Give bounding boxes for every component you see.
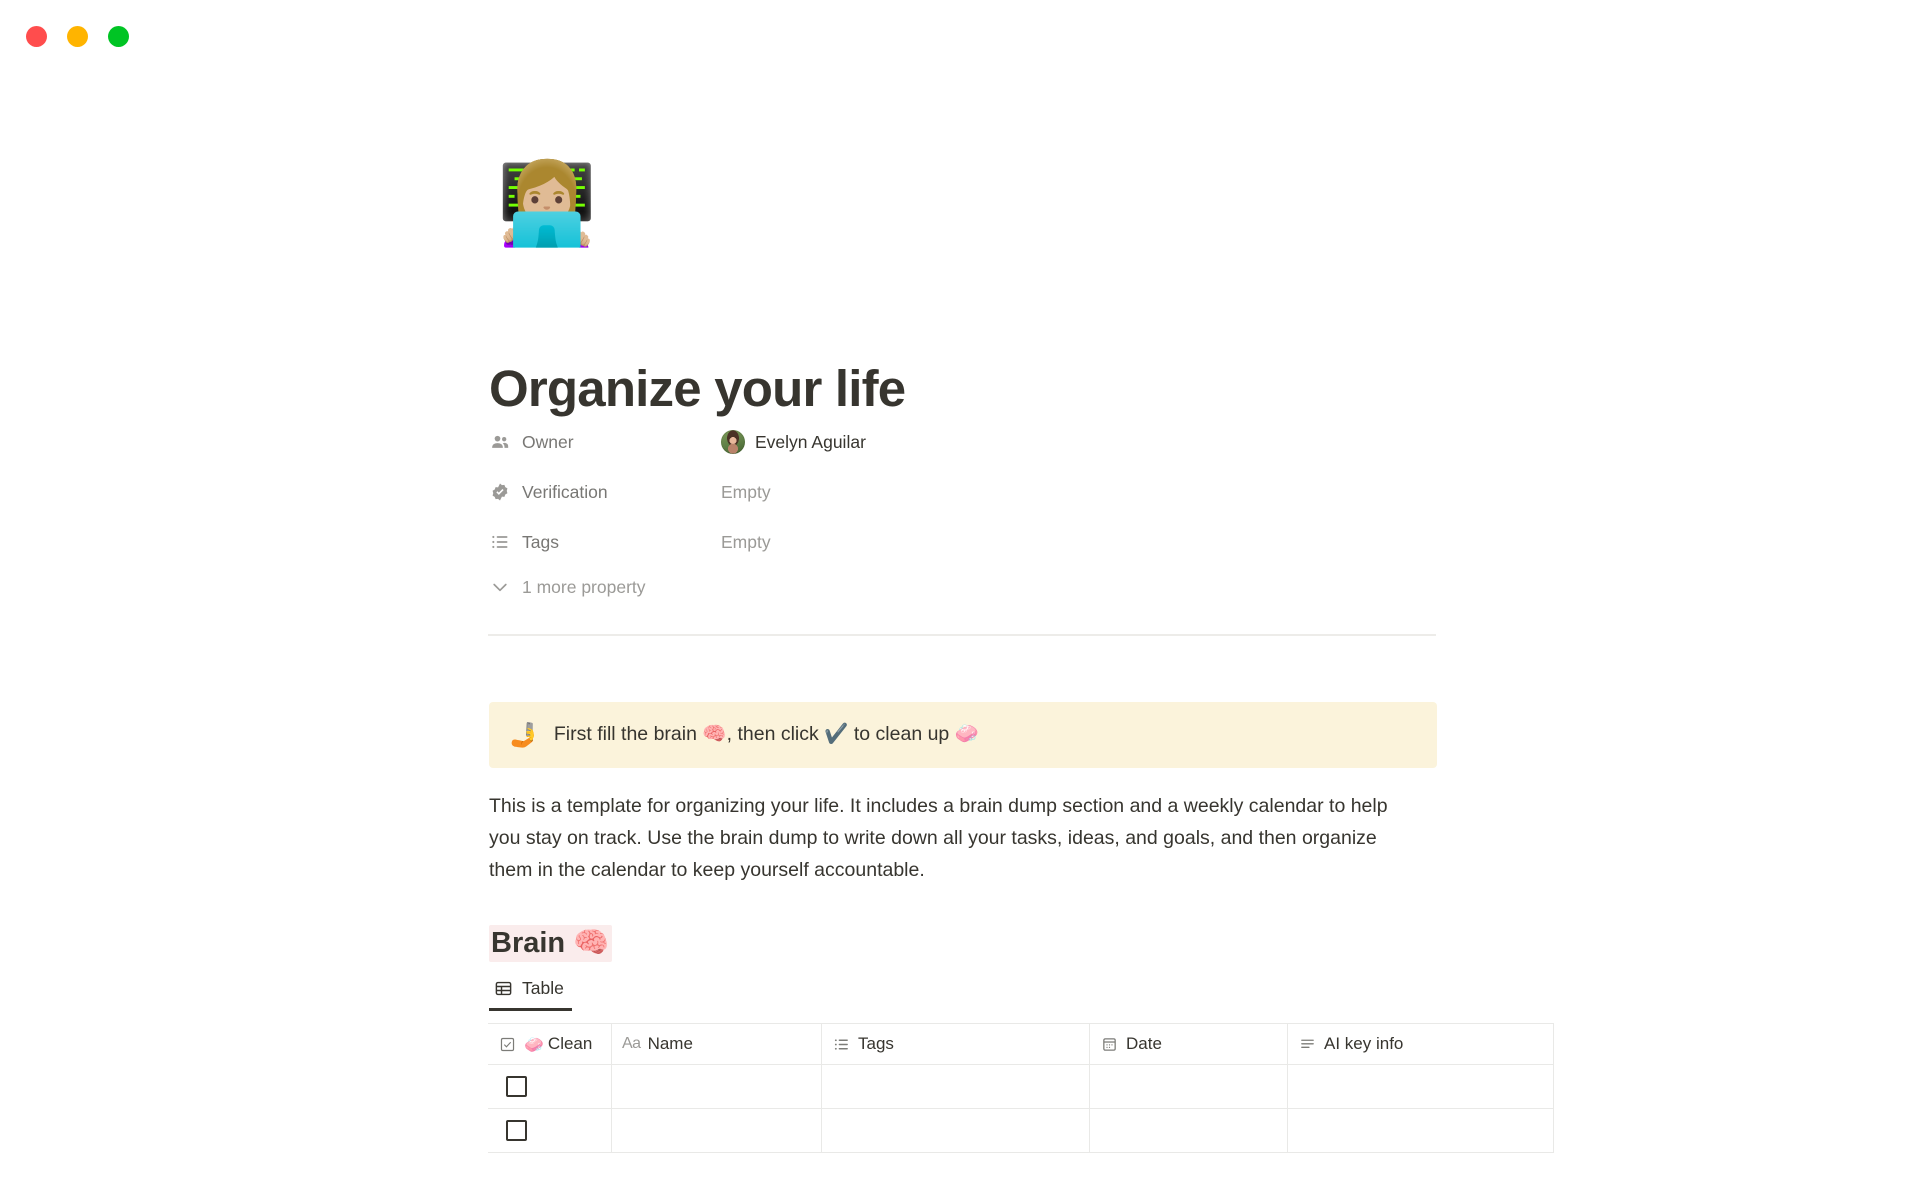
column-header-date[interactable]: Date: [1090, 1024, 1288, 1064]
property-label-owner: Owner: [489, 431, 721, 453]
column-header-date-label: Date: [1126, 1034, 1162, 1053]
row-clean-cell[interactable]: [488, 1065, 612, 1108]
brain-heading-text: Brain 🧠: [489, 925, 613, 962]
property-name-tags: Tags: [522, 531, 559, 552]
brain-database-table: 🧼 Clean Aa Name Tags Date AI key info: [488, 1023, 1554, 1153]
database-view-tabs: Table: [489, 978, 572, 1011]
content-divider: [488, 634, 1436, 636]
property-name-owner: Owner: [522, 431, 574, 452]
text-lines-icon: [1298, 1035, 1317, 1054]
table-header-row: 🧼 Clean Aa Name Tags Date AI key info: [488, 1024, 1554, 1065]
column-header-clean[interactable]: 🧼 Clean: [488, 1024, 612, 1064]
column-header-tags-label: Tags: [858, 1034, 894, 1053]
column-header-ai-key-info[interactable]: AI key info: [1288, 1024, 1554, 1064]
soap-icon: 🧼: [524, 1034, 544, 1054]
row-ai-key-info-cell[interactable]: [1288, 1109, 1554, 1152]
table-row[interactable]: [488, 1109, 1554, 1153]
page-icon-emoji[interactable]: 👩🏼‍💻: [497, 164, 597, 244]
page-title[interactable]: Organize your life: [489, 361, 906, 417]
row-checkbox[interactable]: [506, 1076, 527, 1097]
brain-section-heading[interactable]: Brain 🧠: [489, 925, 613, 962]
page-properties: Owner Evelyn Aguilar Verification Empty: [489, 417, 1437, 567]
property-value-owner[interactable]: Evelyn Aguilar: [721, 430, 866, 454]
row-clean-cell[interactable]: [488, 1109, 612, 1152]
property-row-tags[interactable]: Tags Empty: [489, 517, 1437, 567]
verified-badge-icon: [489, 481, 511, 503]
table-row[interactable]: [488, 1065, 1554, 1109]
row-date-cell[interactable]: [1090, 1109, 1288, 1152]
column-header-clean-label: Clean: [547, 1034, 593, 1053]
column-header-name[interactable]: Aa Name: [612, 1024, 822, 1064]
property-label-verification: Verification: [489, 481, 721, 503]
property-row-verification[interactable]: Verification Empty: [489, 467, 1437, 517]
notion-page: 👩🏼‍💻 Organize your life Owner Evelyn Agu…: [0, 0, 1920, 1200]
people-icon: [489, 431, 511, 453]
title-aa-icon: Aa: [622, 1035, 641, 1052]
more-properties-toggle[interactable]: 1 more property: [489, 576, 646, 598]
checkbox-icon: [498, 1035, 517, 1054]
property-name-verification: Verification: [522, 481, 608, 502]
avatar: [721, 430, 745, 454]
tab-table-label: Table: [522, 978, 564, 998]
tab-table[interactable]: Table: [489, 978, 572, 1011]
column-header-tags[interactable]: Tags: [822, 1024, 1090, 1064]
row-tags-cell[interactable]: [822, 1065, 1090, 1108]
callout-block[interactable]: 🤳 First fill the brain 🧠, then click ✔️ …: [489, 702, 1437, 768]
row-name-cell[interactable]: [612, 1065, 822, 1108]
property-label-tags: Tags: [489, 531, 721, 553]
row-ai-key-info-cell[interactable]: [1288, 1065, 1554, 1108]
row-tags-cell[interactable]: [822, 1109, 1090, 1152]
calendar-icon: [1100, 1035, 1119, 1054]
row-checkbox[interactable]: [506, 1120, 527, 1141]
row-name-cell[interactable]: [612, 1109, 822, 1152]
property-value-tags[interactable]: Empty: [721, 532, 771, 553]
column-header-ai-key-info-label: AI key info: [1324, 1034, 1404, 1053]
table-icon: [493, 979, 513, 999]
intro-paragraph[interactable]: This is a template for organizing your l…: [489, 790, 1424, 886]
multi-select-icon: [832, 1035, 851, 1054]
row-date-cell[interactable]: [1090, 1065, 1288, 1108]
owner-name: Evelyn Aguilar: [755, 431, 866, 452]
more-properties-label: 1 more property: [522, 576, 646, 597]
chevron-down-icon: [489, 576, 511, 598]
column-header-name-label: Name: [647, 1034, 693, 1053]
multi-select-icon: [489, 531, 511, 553]
callout-text: First fill the brain 🧠, then click ✔️ to…: [553, 723, 979, 746]
property-row-owner[interactable]: Owner Evelyn Aguilar: [489, 417, 1437, 467]
selfie-icon: 🤳: [509, 721, 539, 749]
property-value-verification[interactable]: Empty: [721, 482, 771, 503]
